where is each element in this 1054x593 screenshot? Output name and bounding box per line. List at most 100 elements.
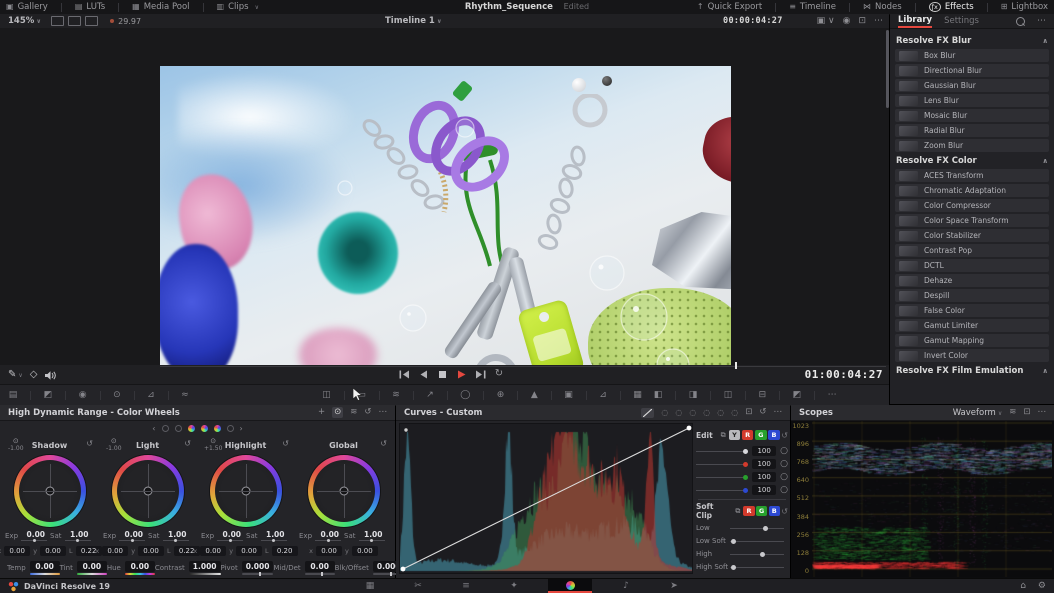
- y-value[interactable]: 0.00: [138, 546, 164, 556]
- fx-item-gamut-limiter[interactable]: Gamut Limiter: [895, 319, 1049, 332]
- x-value[interactable]: 0.00: [102, 546, 128, 556]
- fx-item-box-blur[interactable]: Box Blur: [895, 49, 1049, 62]
- button-gallery[interactable]: ▣Gallery: [0, 0, 54, 14]
- curve-graph[interactable]: [399, 423, 693, 574]
- button-clips[interactable]: ▥Clips∨: [211, 0, 265, 14]
- sat-value[interactable]: 1.00: [163, 530, 189, 541]
- page-cut-button[interactable]: ✂: [404, 579, 432, 593]
- slider-handle[interactable]: [760, 552, 765, 557]
- library-scrollbar[interactable]: [886, 30, 889, 108]
- wheel-surface[interactable]: [313, 460, 375, 522]
- levels-icon[interactable]: ≋: [350, 408, 357, 417]
- more-icon[interactable]: ⋯: [379, 408, 388, 417]
- sizing-icon[interactable]: ⊿: [593, 390, 613, 400]
- y-value[interactable]: 0.00: [236, 546, 262, 556]
- control-value[interactable]: 0.000: [242, 561, 274, 572]
- channel-slider[interactable]: [696, 464, 748, 465]
- channel-slider[interactable]: [696, 490, 748, 491]
- printer-lights-icon[interactable]: ≋: [386, 390, 406, 400]
- page-edit-button[interactable]: ≡: [452, 579, 480, 593]
- tab-settings[interactable]: Settings: [944, 16, 979, 26]
- unmix-icon[interactable]: ◧: [648, 390, 669, 400]
- fx-section-header-resolve-fx-blur[interactable]: Resolve FX Blur∧: [896, 36, 1048, 46]
- channel-value[interactable]: 100: [752, 459, 776, 469]
- slider-handle[interactable]: [731, 565, 736, 570]
- mask-overlay-icon[interactable]: ◇: [30, 370, 38, 380]
- stop-button[interactable]: [436, 369, 448, 379]
- control-slider[interactable]: [242, 573, 274, 575]
- fx-item-directional-blur[interactable]: Directional Blur: [895, 64, 1049, 77]
- loop-button[interactable]: ↻: [493, 369, 505, 379]
- control-value[interactable]: 0.00: [30, 561, 60, 572]
- fx-item-gaussian-blur[interactable]: Gaussian Blur: [895, 79, 1049, 92]
- x-value[interactable]: 0.00: [200, 546, 226, 556]
- x-value[interactable]: 0.00: [316, 546, 342, 556]
- wheel-surface[interactable]: [215, 460, 277, 522]
- color-wheel[interactable]: [112, 455, 184, 527]
- fx-item-zoom-blur[interactable]: Zoom Blur: [895, 139, 1049, 152]
- wheel-page-dot[interactable]: [188, 425, 195, 432]
- wheel-page-dot[interactable]: [201, 425, 208, 432]
- wheel-reset-icon[interactable]: ↺: [380, 439, 387, 448]
- hue-vs-hue-icon[interactable]: ◌: [661, 409, 668, 417]
- library-more-icon[interactable]: ⋯: [1037, 17, 1046, 26]
- more-icon[interactable]: ⋯: [774, 408, 783, 417]
- reset-icon[interactable]: ○: [780, 486, 788, 495]
- fx-item-color-stabilizer[interactable]: Color Stabilizer: [895, 229, 1049, 242]
- link-channels-icon[interactable]: ⧉: [735, 507, 740, 516]
- slider-handle[interactable]: [731, 539, 736, 544]
- curves-icon[interactable]: ◫: [316, 390, 337, 400]
- image-wipe-icon[interactable]: ◫: [718, 390, 739, 400]
- wheel-reset-icon[interactable]: ↺: [184, 439, 191, 448]
- slider-handle[interactable]: [743, 488, 748, 493]
- exp-value[interactable]: 0.00: [119, 530, 145, 541]
- fx-section-header-resolve-fx-color[interactable]: Resolve FX Color∧: [896, 156, 1048, 166]
- motion-effects-icon[interactable]: ≈: [175, 390, 195, 400]
- control-value[interactable]: 1.000: [189, 561, 221, 572]
- difference-icon[interactable]: ⊟: [753, 390, 773, 400]
- wheel-reset-icon[interactable]: ↺: [86, 439, 93, 448]
- viewer-jog-bar[interactable]: [160, 366, 886, 367]
- channel-g-button[interactable]: G: [755, 430, 767, 440]
- stabilizer-icon[interactable]: ▦: [627, 390, 648, 400]
- scope-settings-icon[interactable]: ≋: [1009, 408, 1016, 417]
- fx-item-chromatic-adaptation[interactable]: Chromatic Adaptation: [895, 184, 1049, 197]
- fx-item-invert-color[interactable]: Invert Color: [895, 349, 1049, 362]
- fx-item-color-compressor[interactable]: Color Compressor: [895, 199, 1049, 212]
- fx-item-dehaze[interactable]: Dehaze: [895, 274, 1049, 287]
- wheel-surface[interactable]: [117, 460, 179, 522]
- reset-icon[interactable]: ○: [780, 460, 788, 469]
- softclip-slider[interactable]: [730, 541, 784, 542]
- wheel-page-dot[interactable]: [175, 425, 182, 432]
- fx-item-contrast-pop[interactable]: Contrast Pop: [895, 244, 1049, 257]
- hue-vs-sat-icon[interactable]: ◌: [675, 409, 682, 417]
- control-slider[interactable]: [125, 573, 155, 575]
- custom-curve-icon[interactable]: [641, 408, 654, 418]
- button-timeline[interactable]: ≡Timeline: [783, 0, 842, 14]
- lum-vs-sat-icon[interactable]: ◌: [703, 409, 710, 417]
- softclip-slider[interactable]: [730, 554, 784, 555]
- collapse-chevron-icon[interactable]: ∧: [1042, 158, 1048, 165]
- channel-value[interactable]: 100: [752, 446, 776, 456]
- wheel-page-dot[interactable]: [214, 425, 221, 432]
- y-value[interactable]: 0.00: [352, 546, 378, 556]
- audio-mute-icon[interactable]: [45, 371, 56, 380]
- skip-start-button[interactable]: [398, 369, 410, 379]
- channel-r-button[interactable]: R: [742, 430, 754, 440]
- fx-section-header-resolve-fx-film-emulation[interactable]: Resolve FX Film Emulation∧: [896, 366, 1048, 376]
- gang-viewers-icon[interactable]: ▣ ∨: [817, 17, 835, 26]
- page-fusion-button[interactable]: ✦: [500, 579, 528, 593]
- project-settings-icon[interactable]: ⚙: [1038, 582, 1046, 591]
- timeline-wipe-icon[interactable]: ◨: [683, 390, 704, 400]
- link-channels-icon[interactable]: ⧉: [721, 431, 726, 440]
- sat-vs-lum-icon[interactable]: ◌: [731, 409, 738, 417]
- wheel-center-handle[interactable]: [45, 487, 54, 496]
- exp-value[interactable]: 0.00: [315, 530, 341, 541]
- wheel-center-handle[interactable]: [339, 487, 348, 496]
- power-window-icon[interactable]: ◯: [454, 390, 476, 400]
- color-viewer-icon[interactable]: ◉: [843, 17, 851, 26]
- reset-icon[interactable]: ○: [780, 473, 788, 482]
- skip-end-button[interactable]: [474, 369, 486, 379]
- play-button[interactable]: [455, 369, 467, 379]
- page-color-button[interactable]: [548, 579, 592, 593]
